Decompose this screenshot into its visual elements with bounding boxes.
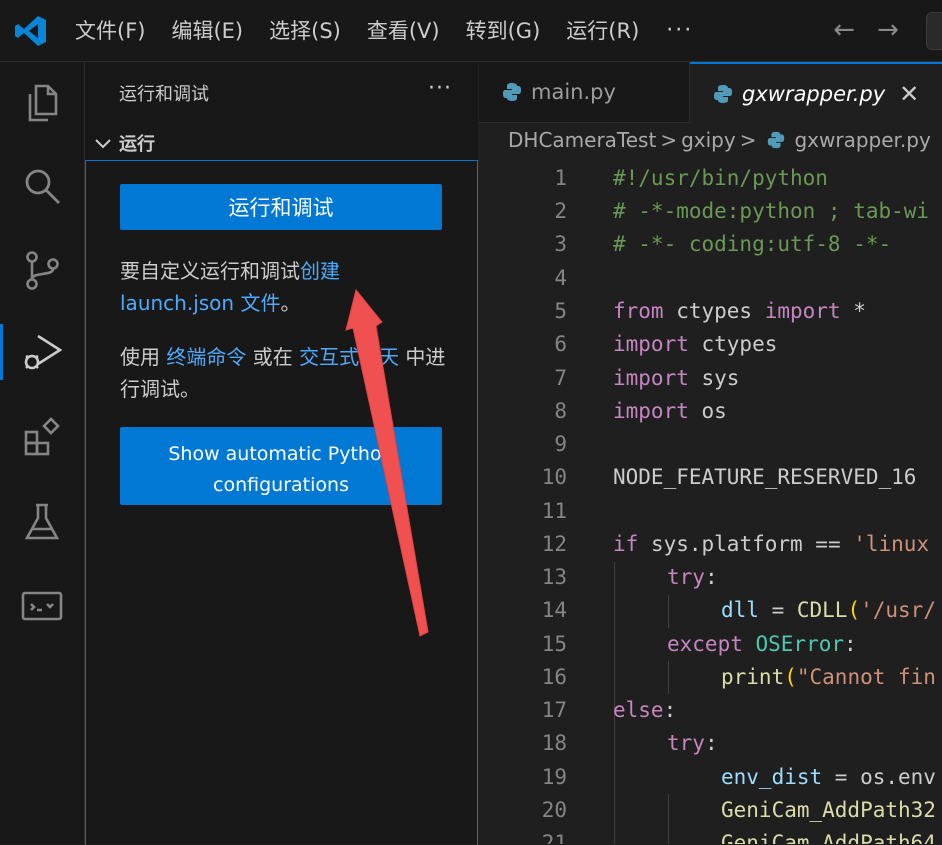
remote-explorer-icon — [21, 591, 63, 621]
sidebar-more-button[interactable]: ··· — [428, 76, 452, 101]
menu-view[interactable]: 查看(V) — [354, 11, 453, 51]
code-line: 18 try: — [541, 731, 718, 755]
code-line: 3 # -*- coding:utf-8 -*- — [554, 232, 892, 256]
tab-main-py[interactable]: main.py — [479, 62, 690, 122]
run-and-debug-button[interactable]: 运行和调试 — [120, 184, 442, 230]
code-line: 16 print("Cannot fin — [541, 665, 936, 689]
sidebar-title: 运行和调试 — [119, 84, 209, 105]
run-debug-icon — [24, 334, 63, 370]
editor-area: main.py gxwrapper.py ✕ DHCameraTest > gx… — [479, 62, 942, 844]
code-line: 5 from ctypes import * — [554, 299, 866, 323]
menu-file[interactable]: 文件(F) — [62, 11, 158, 51]
show-python-configurations-button[interactable]: Show automatic Python configurations — [120, 427, 442, 505]
python-file-icon — [503, 83, 521, 101]
activity-explorer[interactable] — [0, 66, 84, 138]
explorer-icon — [28, 84, 58, 122]
menu-edit[interactable]: 编辑(E) — [158, 11, 256, 51]
launch-json-hint: 要自定义运行和调试创建 launch.json 文件。 — [120, 259, 340, 315]
code-line: 8 import os — [554, 399, 727, 423]
activity-search[interactable] — [0, 150, 84, 222]
code-line: 21 GeniCam_AddPath64 — [541, 831, 936, 844]
python-file-icon — [768, 131, 785, 149]
interactive-chat-link[interactable]: 交互式聊天 — [299, 345, 399, 369]
menu-more-button[interactable]: ··· — [652, 18, 707, 43]
arrow-right-icon[interactable]: → — [872, 14, 904, 46]
run-section-label: 运行 — [119, 134, 155, 155]
title-bar: 文件(F) 编辑(E) 选择(S) 查看(V) 转到(G) 运行(R) ··· … — [0, 0, 942, 62]
run-debug-sidebar: 运行和调试 ··· 运行 运行和调试 要自定义运行和调试创建 launch.js… — [85, 62, 478, 845]
code-line: 13 try: — [541, 565, 718, 589]
code-editor[interactable]: 1 #!/usr/bin/python 2 # -*-mode:python ; t… — [479, 162, 942, 844]
run-section-header[interactable]: 运行 — [85, 128, 478, 158]
activity-testing[interactable] — [0, 486, 84, 558]
code-line: 4 — [554, 266, 567, 290]
activity-source-control[interactable] — [0, 234, 84, 306]
code-line: 9 — [554, 432, 567, 456]
chevron-down-icon — [95, 139, 111, 149]
code-line: 19 env_dist = os.env — [541, 765, 936, 789]
arrow-left-icon[interactable]: ← — [828, 14, 860, 46]
extensions-icon — [24, 417, 60, 456]
menu-bar: 文件(F) 编辑(E) 选择(S) 查看(V) 转到(G) 运行(R) ··· — [62, 0, 707, 61]
code-line: 6 import ctypes — [554, 332, 778, 356]
activity-extensions[interactable] — [0, 402, 84, 474]
code-line: 7 import sys — [554, 366, 740, 390]
menu-selection[interactable]: 选择(S) — [256, 11, 354, 51]
python-file-icon — [714, 84, 732, 103]
breadcrumb-folder[interactable]: gxipy — [681, 128, 736, 152]
terminal-command-link[interactable]: 终端命令 — [166, 345, 246, 369]
menu-go[interactable]: 转到(G) — [453, 11, 554, 51]
code-line: 17 else: — [541, 698, 677, 722]
breadcrumb-folder[interactable]: DHCameraTest — [508, 128, 656, 152]
activity-bar — [0, 62, 85, 844]
code-line: 2 # -*-mode:python ; tab-wi — [554, 199, 930, 223]
activity-run-debug[interactable] — [0, 316, 84, 388]
code-line: 10 NODE_FEATURE_RESERVED_16 — [541, 465, 917, 489]
activity-remote-explorer[interactable] — [0, 570, 84, 642]
source-control-icon — [26, 251, 59, 290]
run-section-body: 运行和调试 要自定义运行和调试创建 launch.json 文件。 使用 终端命… — [85, 160, 478, 845]
code-line: 20 GeniCam_AddPath32 — [541, 798, 936, 822]
vscode-logo-icon[interactable] — [14, 14, 48, 48]
code-line: 12 if sys.platform == 'linux — [541, 532, 930, 556]
debug-options-hint: 使用 终端命令 或在 交互式聊天 中进行调试。 — [120, 345, 446, 401]
close-icon[interactable]: ✕ — [899, 80, 919, 108]
command-center-search[interactable] — [926, 12, 942, 50]
editor-tabs: main.py gxwrapper.py ✕ — [479, 62, 942, 123]
code-line: 11 — [541, 499, 567, 523]
chevron-right-icon: > — [660, 128, 678, 152]
chevron-right-icon: > — [739, 128, 757, 152]
search-icon — [25, 169, 60, 204]
tab-gxwrapper-py[interactable]: gxwrapper.py ✕ — [690, 62, 942, 123]
breadcrumb-file[interactable]: gxwrapper.py — [794, 128, 930, 152]
menu-run[interactable]: 运行(R) — [553, 11, 652, 51]
code-line: 1 #!/usr/bin/python — [554, 166, 828, 190]
breadcrumb: DHCameraTest > gxipy > gxwrapper.py — [508, 128, 931, 152]
tab-label: main.py — [531, 80, 616, 104]
code-line: 14 dll = CDLL('/usr/ — [541, 598, 936, 622]
testing-icon — [24, 503, 60, 540]
tab-label: gxwrapper.py — [742, 81, 886, 106]
code-line: 15 except OSError: — [541, 632, 857, 656]
